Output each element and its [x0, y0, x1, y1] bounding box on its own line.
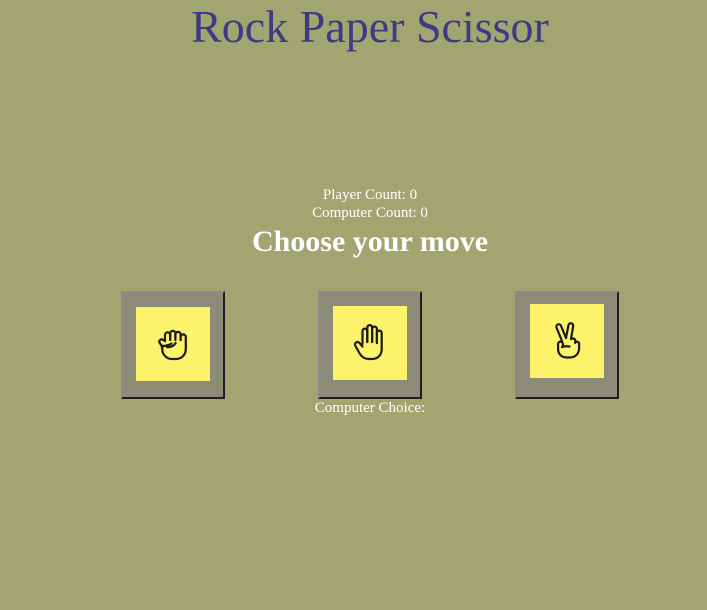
paper-button[interactable] [318, 291, 422, 399]
paper-tile [333, 306, 407, 380]
scissors-button[interactable] [515, 291, 619, 399]
victory-hand-icon [555, 322, 581, 359]
scissors-tile [530, 304, 604, 378]
rock-button[interactable] [121, 291, 225, 399]
player-count-label: Player Count: [322, 187, 406, 203]
computer-count: Computer Count: 0 [0, 204, 707, 222]
computer-count-value: 0 [420, 205, 428, 221]
page-title: Rock Paper Scissor [191, 1, 549, 52]
choose-move-heading: Choose your move [251, 225, 489, 258]
player-count: Player Count: 0 [0, 186, 707, 204]
fist-icon [158, 329, 187, 361]
rock-tile [136, 307, 210, 381]
player-count-value: 0 [409, 187, 418, 203]
open-hand-icon [353, 324, 383, 361]
computer-count-label: Computer Count: [312, 205, 417, 221]
computer-choice: Computer Choice: [0, 399, 707, 417]
computer-choice-label: Computer Choice: [314, 400, 426, 416]
